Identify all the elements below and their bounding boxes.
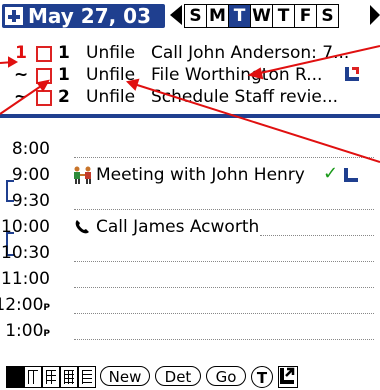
slot-time: 12:00P — [0, 295, 50, 315]
time-slot[interactable]: 1:00P — [0, 318, 380, 344]
todo-mark: ~ — [14, 65, 29, 85]
slot-line — [74, 209, 374, 210]
time-slot[interactable]: 8:00 — [0, 136, 380, 162]
details-button[interactable]: Det — [155, 366, 201, 386]
todo-category[interactable]: Unfile — [86, 64, 135, 86]
event-title[interactable]: Meeting with John Henry — [96, 162, 305, 188]
people-icon — [72, 165, 94, 185]
event-title[interactable]: Call James Acworth — [96, 214, 259, 240]
note-icon[interactable] — [345, 67, 359, 81]
date-header: May 27, 03 S M T W T F S — [0, 0, 380, 30]
list-view-button[interactable] — [78, 366, 96, 388]
current-date[interactable]: May 27, 03 — [28, 4, 151, 28]
month-view-button[interactable] — [60, 366, 78, 388]
todo-checkbox[interactable] — [36, 46, 52, 62]
slot-time: 9:30 — [11, 191, 50, 211]
check-icon: ✓ — [323, 163, 339, 184]
slot-line — [74, 287, 374, 288]
day-monday[interactable]: M — [207, 4, 229, 28]
week-list-view-button[interactable] — [42, 366, 60, 388]
bottom-toolbar: New Det Go T — [0, 364, 380, 390]
todo-toggle-button[interactable]: T — [251, 366, 273, 388]
day-sunday[interactable]: S — [184, 4, 207, 28]
expand-icon[interactable] — [278, 366, 298, 388]
note-icon[interactable] — [344, 168, 358, 182]
todo-mark: ~ — [14, 87, 29, 107]
todo-divider[interactable] — [0, 114, 380, 118]
todo-description[interactable]: Call John Anderson: 7... — [151, 42, 349, 64]
time-slot[interactable]: 10:30 — [0, 240, 380, 266]
day-view-button[interactable] — [6, 366, 24, 388]
day-friday[interactable]: F — [295, 4, 317, 28]
todo-category[interactable]: Unfile — [86, 86, 135, 108]
slot-line — [74, 261, 374, 262]
todo-description[interactable]: File Worthington R... — [151, 64, 322, 86]
day-saturday[interactable]: S — [317, 4, 339, 28]
day-thursday[interactable]: T — [273, 4, 295, 28]
time-slot[interactable]: 10:00 Call James Acworth — [0, 214, 380, 240]
todo-item[interactable]: ~ 1 Unfile File Worthington R... — [0, 64, 380, 86]
todo-priority[interactable]: 1 — [58, 64, 70, 86]
todo-item[interactable]: 1 1 Unfile Call John Anderson: 7... — [0, 42, 380, 64]
slot-time: 8:00 — [11, 139, 50, 159]
time-slot[interactable]: 12:00P — [0, 292, 380, 318]
todo-priority[interactable]: 1 — [58, 42, 70, 64]
time-slot[interactable]: 9:30 — [0, 188, 380, 214]
slot-line — [74, 157, 374, 158]
todo-category[interactable]: Unfile — [86, 42, 135, 64]
slot-line — [260, 235, 374, 236]
slot-time: 11:00 — [1, 269, 50, 289]
time-slot[interactable]: 9:00 Meeting with John Henry ✓ — [0, 162, 380, 188]
slot-time: 10:30 — [1, 243, 50, 263]
new-event-icon[interactable] — [5, 7, 23, 25]
week-view-button[interactable] — [24, 366, 42, 388]
arrow-right-icon[interactable] — [370, 5, 380, 25]
todo-checkbox[interactable] — [36, 90, 52, 106]
new-button[interactable]: New — [100, 366, 150, 386]
slot-line — [74, 313, 374, 314]
weekday-selector: S M T W T F S — [184, 4, 339, 28]
time-slot[interactable]: 11:00 — [0, 266, 380, 292]
day-tuesday[interactable]: T — [229, 4, 251, 28]
slot-line — [74, 339, 374, 340]
todo-checkbox[interactable] — [36, 68, 52, 84]
slot-time: 10:00 — [1, 217, 50, 237]
date-selector[interactable]: May 27, 03 — [2, 4, 165, 28]
todo-description[interactable]: Schedule Staff revie... — [151, 86, 338, 108]
go-button[interactable]: Go — [206, 366, 246, 386]
slot-time: 1:00P — [5, 321, 50, 341]
day-wednesday[interactable]: W — [251, 4, 273, 28]
arrow-left-icon[interactable] — [170, 5, 182, 25]
todo-item[interactable]: ~ 2 Unfile Schedule Staff revie... — [0, 86, 380, 108]
todo-mark: 1 — [15, 43, 27, 63]
phone-icon — [72, 217, 94, 237]
todo-priority[interactable]: 2 — [58, 86, 70, 108]
slot-time: 9:00 — [11, 165, 50, 185]
